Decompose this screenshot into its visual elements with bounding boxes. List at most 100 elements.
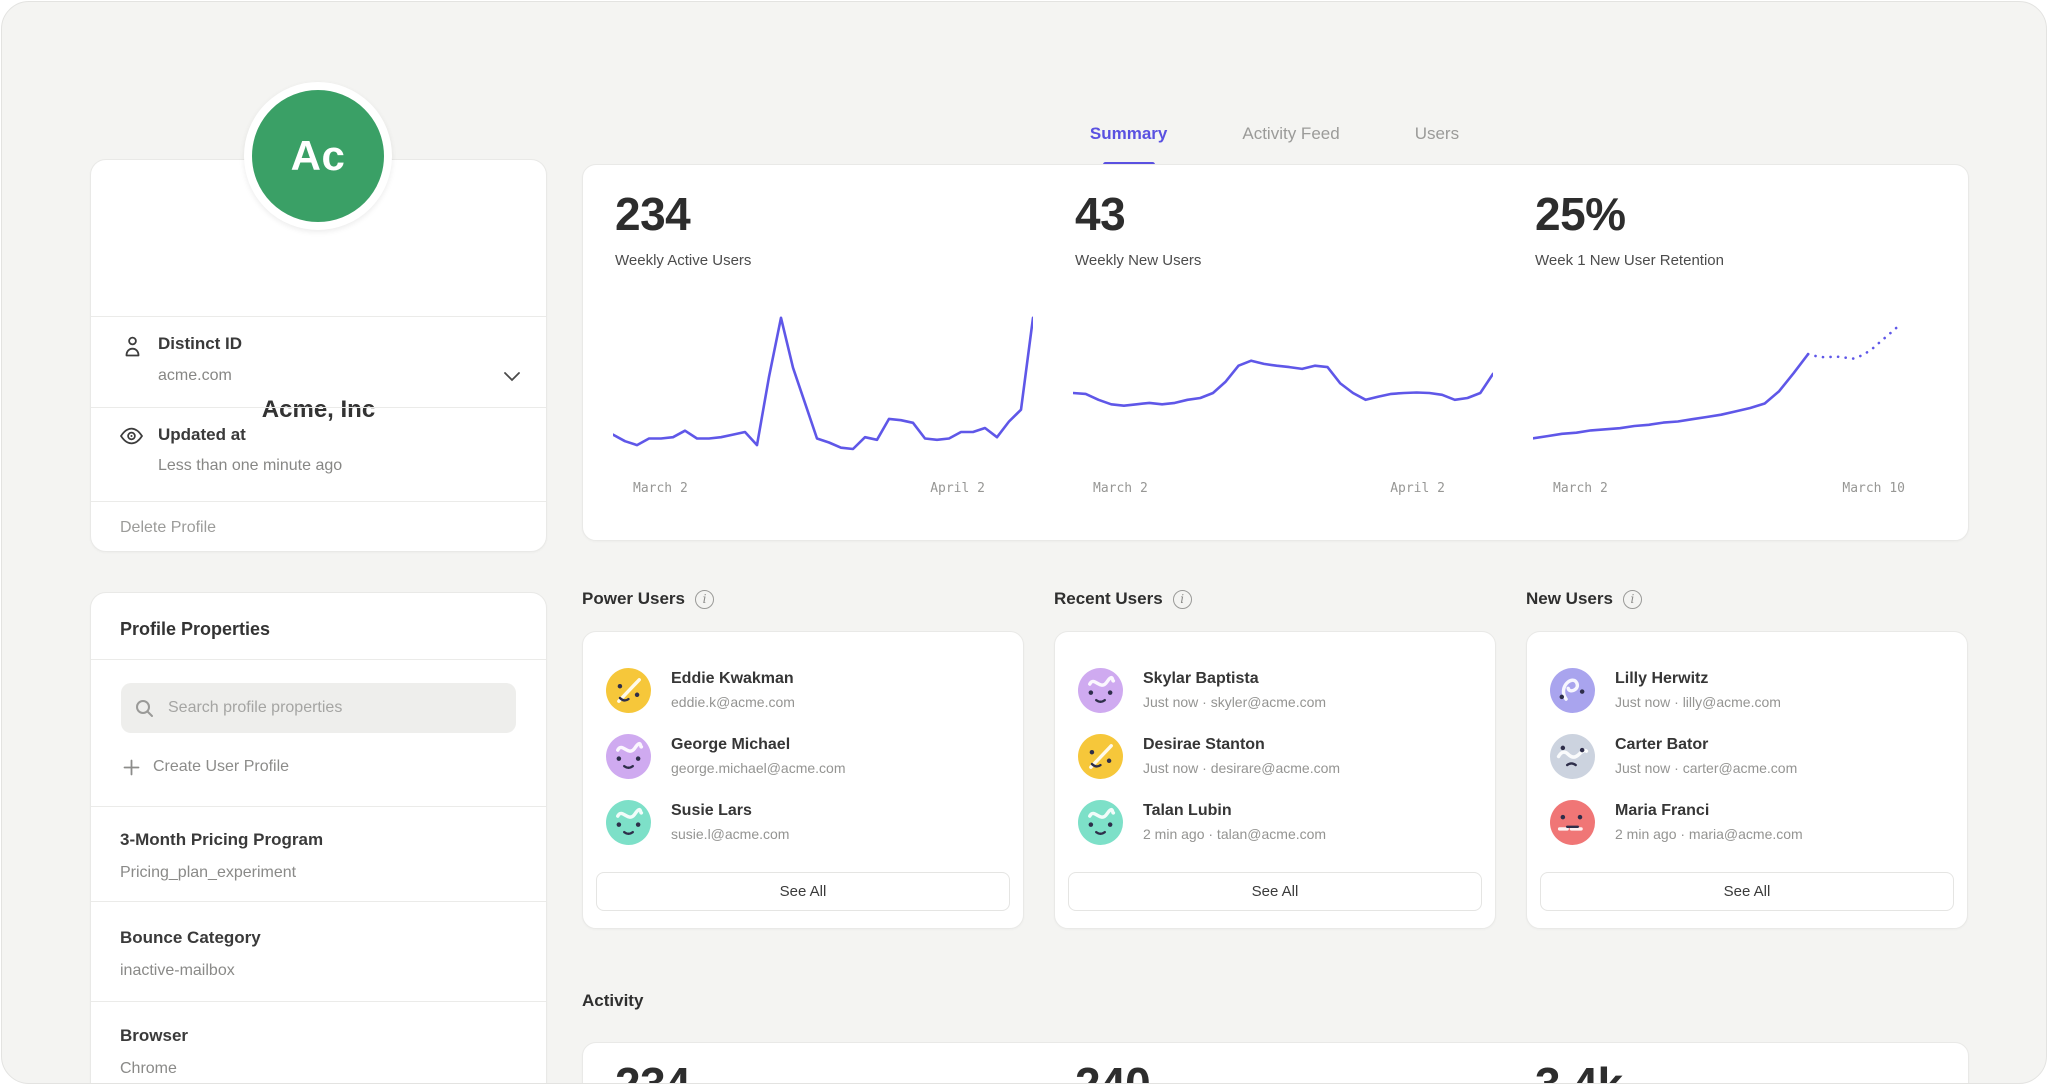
stat-label: Weekly New Users bbox=[1075, 251, 1201, 270]
profile-properties-title: Profile Properties bbox=[120, 618, 270, 640]
property-value: Pricing_plan_experiment bbox=[120, 863, 296, 883]
axis-tick: March 2 bbox=[1553, 481, 1608, 496]
user-meta: Just now · desirare@acme.com bbox=[1143, 760, 1340, 777]
create-user-profile-label: Create User Profile bbox=[153, 757, 289, 777]
user-row[interactable]: Talan Lubin 2 min ago · talan@acme.com bbox=[1078, 794, 1326, 850]
stat-label: Weekly Active Users bbox=[615, 251, 751, 270]
activity-section-title: Activity bbox=[582, 990, 643, 1012]
power-users-card: Eddie Kwakman eddie.k@acme.com George Mi… bbox=[582, 631, 1024, 929]
eye-icon bbox=[119, 426, 144, 446]
sparkline-weekly-active-users bbox=[613, 303, 1033, 468]
stat-weekly-new-users: 43 Weekly New Users March 2 April 2 bbox=[1075, 165, 1535, 540]
stat-label: Week 1 New User Retention bbox=[1535, 251, 1724, 270]
person-icon bbox=[121, 334, 144, 359]
user-avatar bbox=[1550, 734, 1595, 779]
user-avatar bbox=[1550, 800, 1595, 845]
user-name: Lilly Herwitz bbox=[1615, 669, 1781, 689]
info-icon[interactable]: i bbox=[1173, 590, 1192, 609]
delete-profile-button[interactable]: Delete Profile bbox=[120, 518, 216, 538]
user-row[interactable]: Lilly Herwitz Just now · lilly@acme.com bbox=[1550, 662, 1781, 718]
tab-users[interactable]: Users bbox=[1415, 122, 1459, 167]
axis-tick: March 2 bbox=[1093, 481, 1148, 496]
divider bbox=[91, 1001, 546, 1002]
info-icon[interactable]: i bbox=[1623, 590, 1642, 609]
app-window: Ac Acme, Inc Distinct ID acme.com Update… bbox=[1, 1, 2047, 1084]
property-name: 3-Month Pricing Program bbox=[120, 829, 323, 851]
user-avatar bbox=[606, 800, 651, 845]
stat-value: 43 bbox=[1075, 189, 1125, 239]
stat-value: 234 bbox=[615, 189, 690, 239]
user-row[interactable]: Maria Franci 2 min ago · maria@acme.com bbox=[1550, 794, 1803, 850]
axis-tick: April 2 bbox=[1390, 481, 1445, 496]
user-row[interactable]: Eddie Kwakman eddie.k@acme.com bbox=[606, 662, 795, 718]
create-user-profile-button[interactable]: Create User Profile bbox=[123, 757, 289, 777]
activity-card: 234 240 3.4k bbox=[582, 1042, 1969, 1084]
tab-summary[interactable]: Summary bbox=[1090, 122, 1167, 167]
field-label-updated-at: Updated at bbox=[158, 424, 246, 446]
user-avatar bbox=[606, 734, 651, 779]
user-name: Maria Franci bbox=[1615, 801, 1803, 821]
user-avatar bbox=[1078, 800, 1123, 845]
section-title-text: Recent Users bbox=[1054, 588, 1163, 610]
axis-tick: April 2 bbox=[930, 481, 985, 496]
divider bbox=[91, 806, 546, 807]
plus-icon bbox=[123, 759, 140, 776]
search-icon bbox=[135, 699, 154, 718]
user-row[interactable]: Desirae Stanton Just now · desirare@acme… bbox=[1078, 728, 1340, 784]
user-name: Eddie Kwakman bbox=[671, 669, 795, 689]
property-name: Bounce Category bbox=[120, 927, 261, 949]
divider bbox=[91, 659, 546, 660]
company-avatar-initials: Ac bbox=[291, 132, 346, 180]
user-meta: eddie.k@acme.com bbox=[671, 694, 795, 711]
section-title-new-users: New Users i bbox=[1526, 588, 1642, 610]
user-row[interactable]: Carter Bator Just now · carter@acme.com bbox=[1550, 728, 1797, 784]
company-name: Acme, Inc bbox=[91, 396, 546, 424]
divider bbox=[91, 407, 546, 408]
axis-tick: March 10 bbox=[1842, 481, 1905, 496]
section-title-text: Power Users bbox=[582, 588, 685, 610]
profile-properties-search[interactable] bbox=[121, 683, 516, 733]
field-value-updated-at: Less than one minute ago bbox=[158, 456, 342, 476]
profile-properties-card: Profile Properties Create User Profile 3… bbox=[90, 592, 547, 1084]
see-all-button[interactable]: See All bbox=[1068, 872, 1482, 911]
divider bbox=[91, 316, 546, 317]
activity-stat-value: 240 bbox=[1075, 1059, 1150, 1084]
user-avatar bbox=[1550, 668, 1595, 713]
divider bbox=[91, 901, 546, 902]
user-meta: Just now · carter@acme.com bbox=[1615, 760, 1797, 777]
user-name: Carter Bator bbox=[1615, 735, 1797, 755]
user-meta: Just now · skyler@acme.com bbox=[1143, 694, 1326, 711]
sparkline-weekly-new-users bbox=[1073, 303, 1493, 468]
section-title-text: New Users bbox=[1526, 588, 1613, 610]
activity-stat-value: 3.4k bbox=[1535, 1059, 1623, 1084]
new-users-card: Lilly Herwitz Just now · lilly@acme.com … bbox=[1526, 631, 1968, 929]
stat-value: 25% bbox=[1535, 189, 1626, 239]
property-value: inactive-mailbox bbox=[120, 961, 235, 981]
user-name: Skylar Baptista bbox=[1143, 669, 1326, 689]
user-row[interactable]: George Michael george.michael@acme.com bbox=[606, 728, 846, 784]
section-title-recent-users: Recent Users i bbox=[1054, 588, 1192, 610]
see-all-button[interactable]: See All bbox=[1540, 872, 1954, 911]
x-axis-labels: March 2 April 2 bbox=[1073, 481, 1493, 496]
chevron-down-icon[interactable] bbox=[503, 371, 521, 382]
property-value: Chrome bbox=[120, 1059, 177, 1079]
x-axis-labels: March 2 March 10 bbox=[1533, 481, 1953, 496]
user-meta: susie.l@acme.com bbox=[671, 826, 789, 843]
see-all-button[interactable]: See All bbox=[596, 872, 1010, 911]
user-row[interactable]: Skylar Baptista Just now · skyler@acme.c… bbox=[1078, 662, 1326, 718]
user-meta: Just now · lilly@acme.com bbox=[1615, 694, 1781, 711]
user-row[interactable]: Susie Lars susie.l@acme.com bbox=[606, 794, 789, 850]
company-avatar: Ac bbox=[244, 82, 392, 230]
x-axis-labels: March 2 April 2 bbox=[613, 481, 1033, 496]
tab-activity-feed[interactable]: Activity Feed bbox=[1242, 122, 1339, 167]
user-name: Talan Lubin bbox=[1143, 801, 1326, 821]
info-icon[interactable]: i bbox=[695, 590, 714, 609]
activity-stat-value: 234 bbox=[615, 1059, 690, 1084]
recent-users-card: Skylar Baptista Just now · skyler@acme.c… bbox=[1054, 631, 1496, 929]
user-name: Desirae Stanton bbox=[1143, 735, 1340, 755]
user-name: Susie Lars bbox=[671, 801, 789, 821]
user-avatar bbox=[606, 668, 651, 713]
search-input[interactable] bbox=[166, 698, 502, 718]
summary-card: 234 Weekly Active Users March 2 April 2 … bbox=[582, 164, 1969, 541]
user-name: George Michael bbox=[671, 735, 846, 755]
